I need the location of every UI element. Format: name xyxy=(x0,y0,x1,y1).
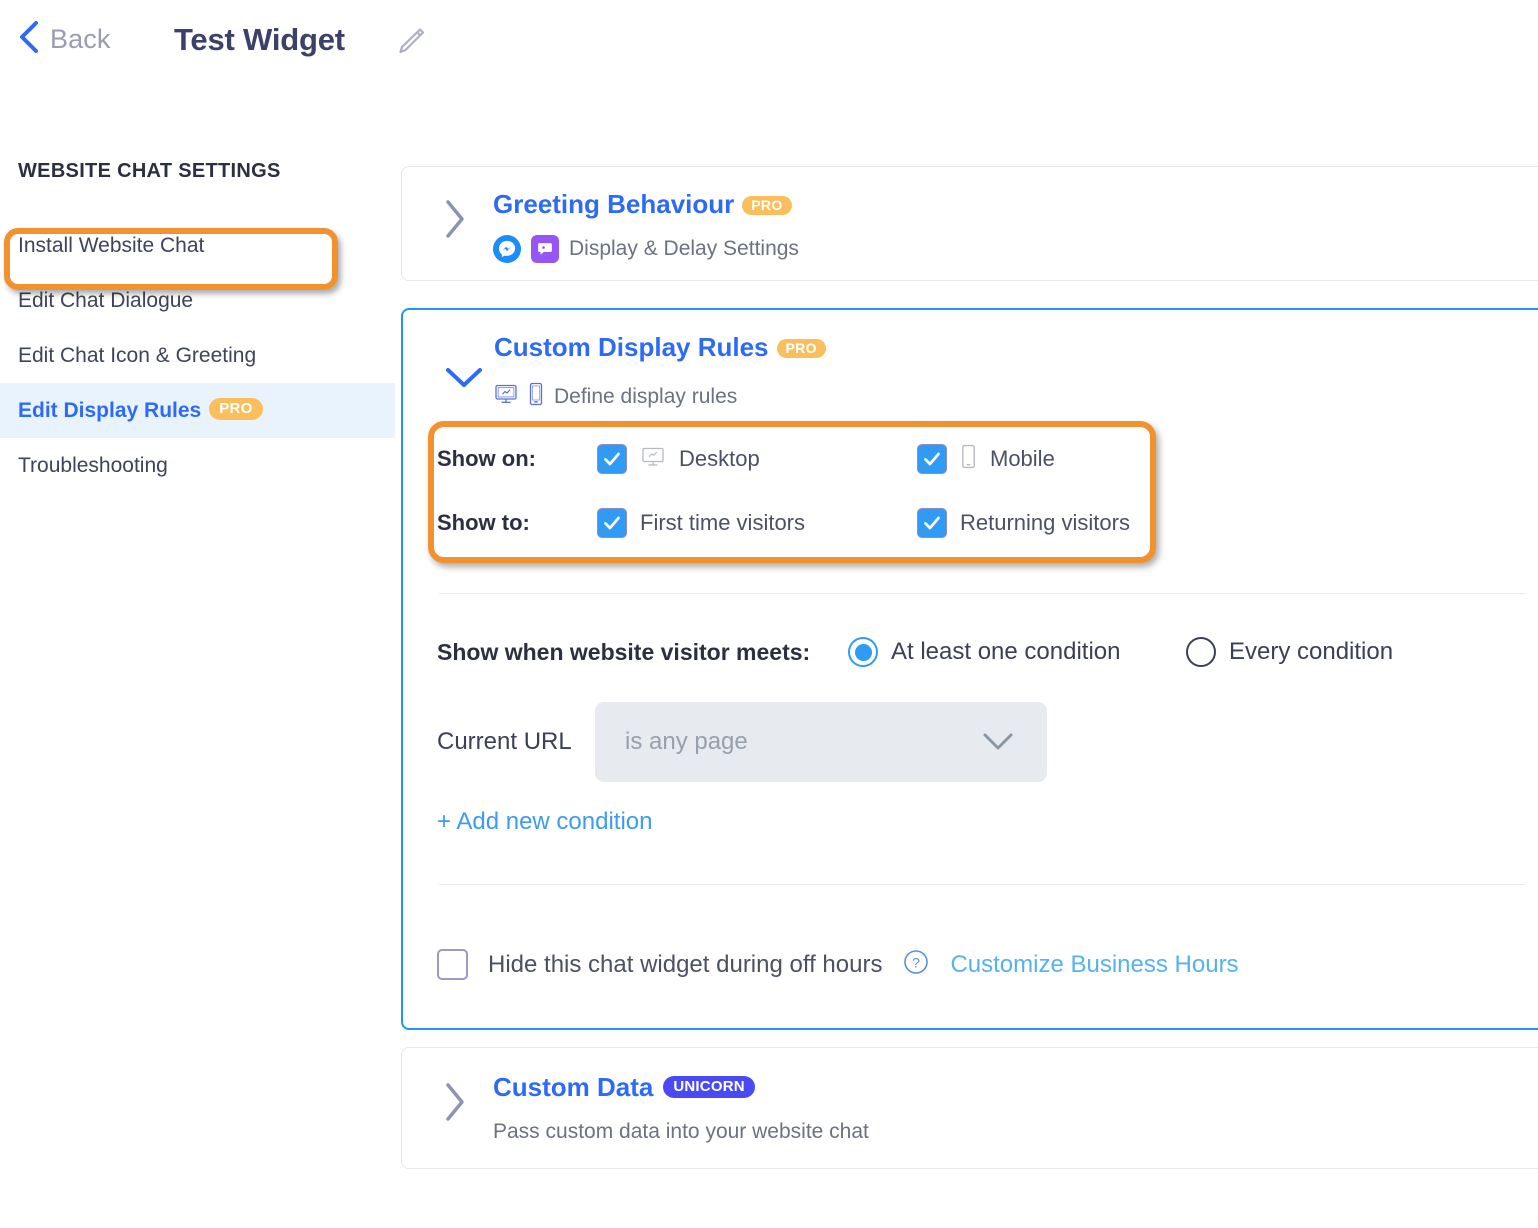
conditions-label: Show when website visitor meets: xyxy=(437,639,810,666)
custom-display-rules-subtitle: Define display rules xyxy=(494,382,737,412)
first-time-visitors-checkbox[interactable] xyxy=(597,508,627,538)
pencil-icon[interactable] xyxy=(393,25,427,64)
show-on-show-to-highlight xyxy=(428,421,1156,563)
desktop-monitor-icon xyxy=(640,445,666,474)
show-on-row: Show on: Desktop xyxy=(437,444,1055,474)
divider xyxy=(439,884,1525,885)
page-title: Test Widget xyxy=(174,22,345,58)
desktop-monitor-icon xyxy=(494,382,518,412)
sidebar-item-edit-display-rules[interactable]: Edit Display Rules PRO xyxy=(0,383,395,438)
show-to-option-first-time[interactable]: First time visitors xyxy=(597,508,917,538)
title-text: Custom Display Rules xyxy=(494,332,769,362)
desktop-checkbox[interactable] xyxy=(597,444,627,474)
custom-display-rules-card: Custom Display Rules PRO Define display r… xyxy=(401,308,1538,1030)
radio-label: At least one condition xyxy=(891,638,1121,666)
page-header: Back Test Widget xyxy=(0,0,1538,82)
chevron-down-icon[interactable] xyxy=(981,729,1015,760)
first-time-visitors-label: First time visitors xyxy=(640,510,805,536)
radio-every-condition[interactable]: Every condition xyxy=(1186,637,1393,667)
current-url-operator-select[interactable]: is any page xyxy=(595,702,1047,782)
chat-bubble-icon xyxy=(531,235,559,263)
chevron-down-icon[interactable] xyxy=(443,363,485,396)
greeting-behaviour-subtitle: Display & Delay Settings xyxy=(493,235,799,263)
subtitle-text: Pass custom data into your website chat xyxy=(493,1120,869,1144)
chevron-right-icon[interactable] xyxy=(442,197,468,246)
sidebar-item-label: Install Website Chat xyxy=(18,234,204,257)
pro-badge: PRO xyxy=(777,339,826,358)
off-hours-row: Hide this chat widget during off hours ?… xyxy=(437,948,1239,981)
hide-widget-off-hours-checkbox[interactable] xyxy=(437,949,468,980)
custom-data-title: Custom Data UNICORN xyxy=(493,1072,755,1103)
sidebar-item-install-website-chat[interactable]: Install Website Chat xyxy=(0,218,395,273)
sidebar: WEBSITE CHAT SETTINGS Install Website Ch… xyxy=(0,160,395,493)
radio-at-least-one-condition[interactable]: At least one condition xyxy=(848,637,1121,667)
returning-visitors-checkbox[interactable] xyxy=(917,508,947,538)
unicorn-badge: UNICORN xyxy=(663,1076,754,1098)
mobile-phone-icon xyxy=(528,382,544,412)
returning-visitors-label: Returning visitors xyxy=(960,510,1130,536)
radio-label: Every condition xyxy=(1229,638,1393,666)
hide-widget-off-hours-label: Hide this chat widget during off hours xyxy=(488,951,882,979)
radio-unselected-icon[interactable] xyxy=(1186,637,1216,667)
customize-business-hours-link[interactable]: Customize Business Hours xyxy=(950,951,1238,979)
title-text: Custom Data xyxy=(493,1072,653,1102)
divider xyxy=(439,593,1525,594)
sidebar-item-edit-chat-dialogue[interactable]: Edit Chat Dialogue xyxy=(0,273,395,328)
mobile-checkbox[interactable] xyxy=(917,444,947,474)
sidebar-item-label: Edit Chat Icon & Greeting xyxy=(18,344,256,367)
sidebar-item-troubleshooting[interactable]: Troubleshooting xyxy=(0,438,395,493)
sidebar-item-label: Edit Display Rules xyxy=(18,399,201,422)
sidebar-item-edit-chat-icon-greeting[interactable]: Edit Chat Icon & Greeting xyxy=(0,328,395,383)
show-to-option-returning[interactable]: Returning visitors xyxy=(917,508,1130,538)
title-text: Greeting Behaviour xyxy=(493,189,734,219)
radio-selected-icon[interactable] xyxy=(848,637,878,667)
pro-badge: PRO xyxy=(742,196,791,215)
subtitle-text: Display & Delay Settings xyxy=(569,237,799,261)
back-label: Back xyxy=(50,24,110,55)
greeting-behaviour-title: Greeting Behaviour PRO xyxy=(493,189,792,220)
chevron-right-icon[interactable] xyxy=(442,1080,468,1129)
sidebar-item-label: Edit Chat Dialogue xyxy=(18,289,193,312)
sidebar-heading: WEBSITE CHAT SETTINGS xyxy=(0,160,395,183)
show-to-row: Show to: First time visitors Returning v… xyxy=(437,508,1130,538)
svg-text:?: ? xyxy=(913,955,921,971)
mobile-phone-icon xyxy=(960,444,977,474)
show-on-option-mobile[interactable]: Mobile xyxy=(917,444,1055,474)
back-button[interactable]: Back xyxy=(18,20,110,59)
show-to-label: Show to: xyxy=(437,510,597,536)
subtitle-text: Define display rules xyxy=(554,385,737,409)
current-url-field-label: Current URL xyxy=(437,728,572,756)
greeting-behaviour-card[interactable]: Greeting Behaviour PRO Display & Delay Se… xyxy=(401,166,1538,281)
desktop-label: Desktop xyxy=(679,446,760,472)
show-on-option-desktop[interactable]: Desktop xyxy=(597,444,917,474)
custom-data-subtitle: Pass custom data into your website chat xyxy=(493,1120,869,1144)
current-url-operator-value: is any page xyxy=(625,728,748,756)
show-on-label: Show on: xyxy=(437,446,597,472)
add-new-condition-link[interactable]: + Add new condition xyxy=(437,808,653,836)
chevron-left-icon xyxy=(18,20,40,59)
mobile-label: Mobile xyxy=(990,446,1055,472)
sidebar-item-label: Troubleshooting xyxy=(18,454,168,477)
custom-display-rules-title: Custom Display Rules PRO xyxy=(494,332,826,363)
messenger-icon xyxy=(493,235,521,263)
question-circle-icon[interactable]: ? xyxy=(902,948,930,981)
custom-data-card[interactable]: Custom Data UNICORN Pass custom data into… xyxy=(401,1047,1538,1169)
pro-badge: PRO xyxy=(209,398,262,420)
